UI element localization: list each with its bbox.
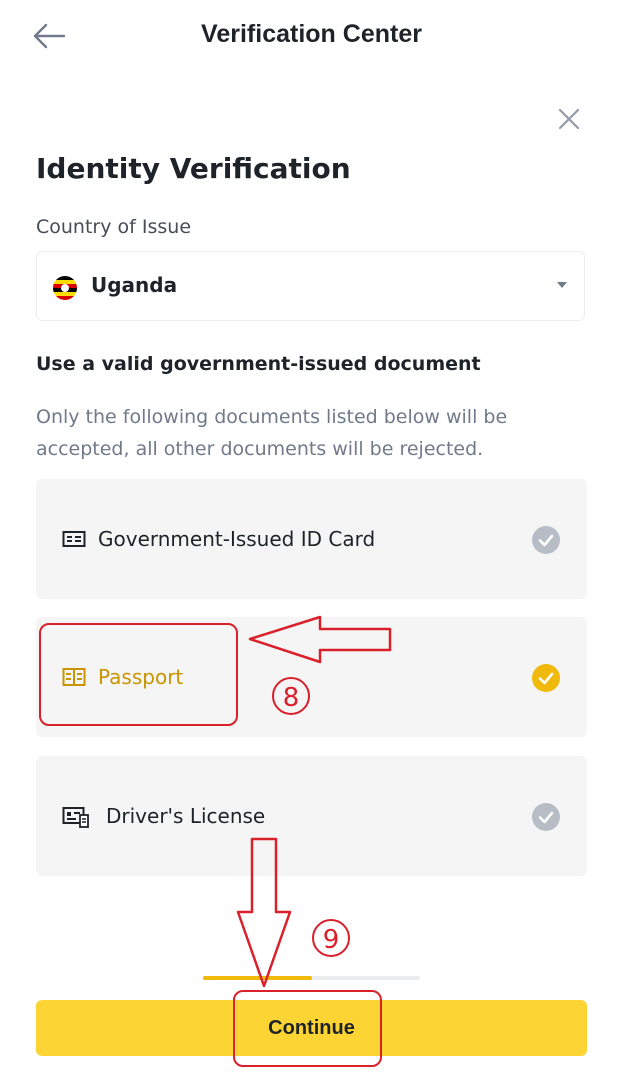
check-circle-icon <box>532 803 560 831</box>
document-option-label: Government-Issued ID Card <box>98 527 376 551</box>
close-icon <box>558 108 580 130</box>
document-option-drivers-license[interactable]: Driver's License <box>36 756 587 876</box>
close-button[interactable] <box>552 102 586 136</box>
annotation-step-number: 9 <box>312 919 350 957</box>
document-option-id-card[interactable]: Government-Issued ID Card <box>36 479 587 599</box>
check-circle-icon <box>532 664 560 692</box>
annotation-arrow-down-icon <box>236 837 292 988</box>
document-description: Only the following documents listed belo… <box>36 406 508 460</box>
document-option-label: Driver's License <box>106 804 266 828</box>
drivers-license-icon <box>62 807 89 828</box>
passport-icon <box>62 668 86 686</box>
chevron-down-icon <box>557 282 567 288</box>
document-heading: Use a valid government-issued document <box>36 353 481 375</box>
country-value: Uganda <box>91 273 178 297</box>
continue-button[interactable]: Continue <box>36 1000 587 1056</box>
check-circle-icon <box>532 526 560 554</box>
page-header-title: Verification Center <box>201 20 422 48</box>
identity-verification-title: Identity Verification <box>36 152 351 185</box>
country-of-issue-label: Country of Issue <box>36 216 192 238</box>
country-select[interactable]: Uganda <box>36 251 585 321</box>
annotation-step-number: 8 <box>272 677 310 715</box>
uganda-flag-icon <box>53 276 77 300</box>
document-option-label: Passport <box>98 665 184 689</box>
annotation-arrow-left-icon <box>248 615 392 664</box>
id-card-icon <box>62 531 86 547</box>
